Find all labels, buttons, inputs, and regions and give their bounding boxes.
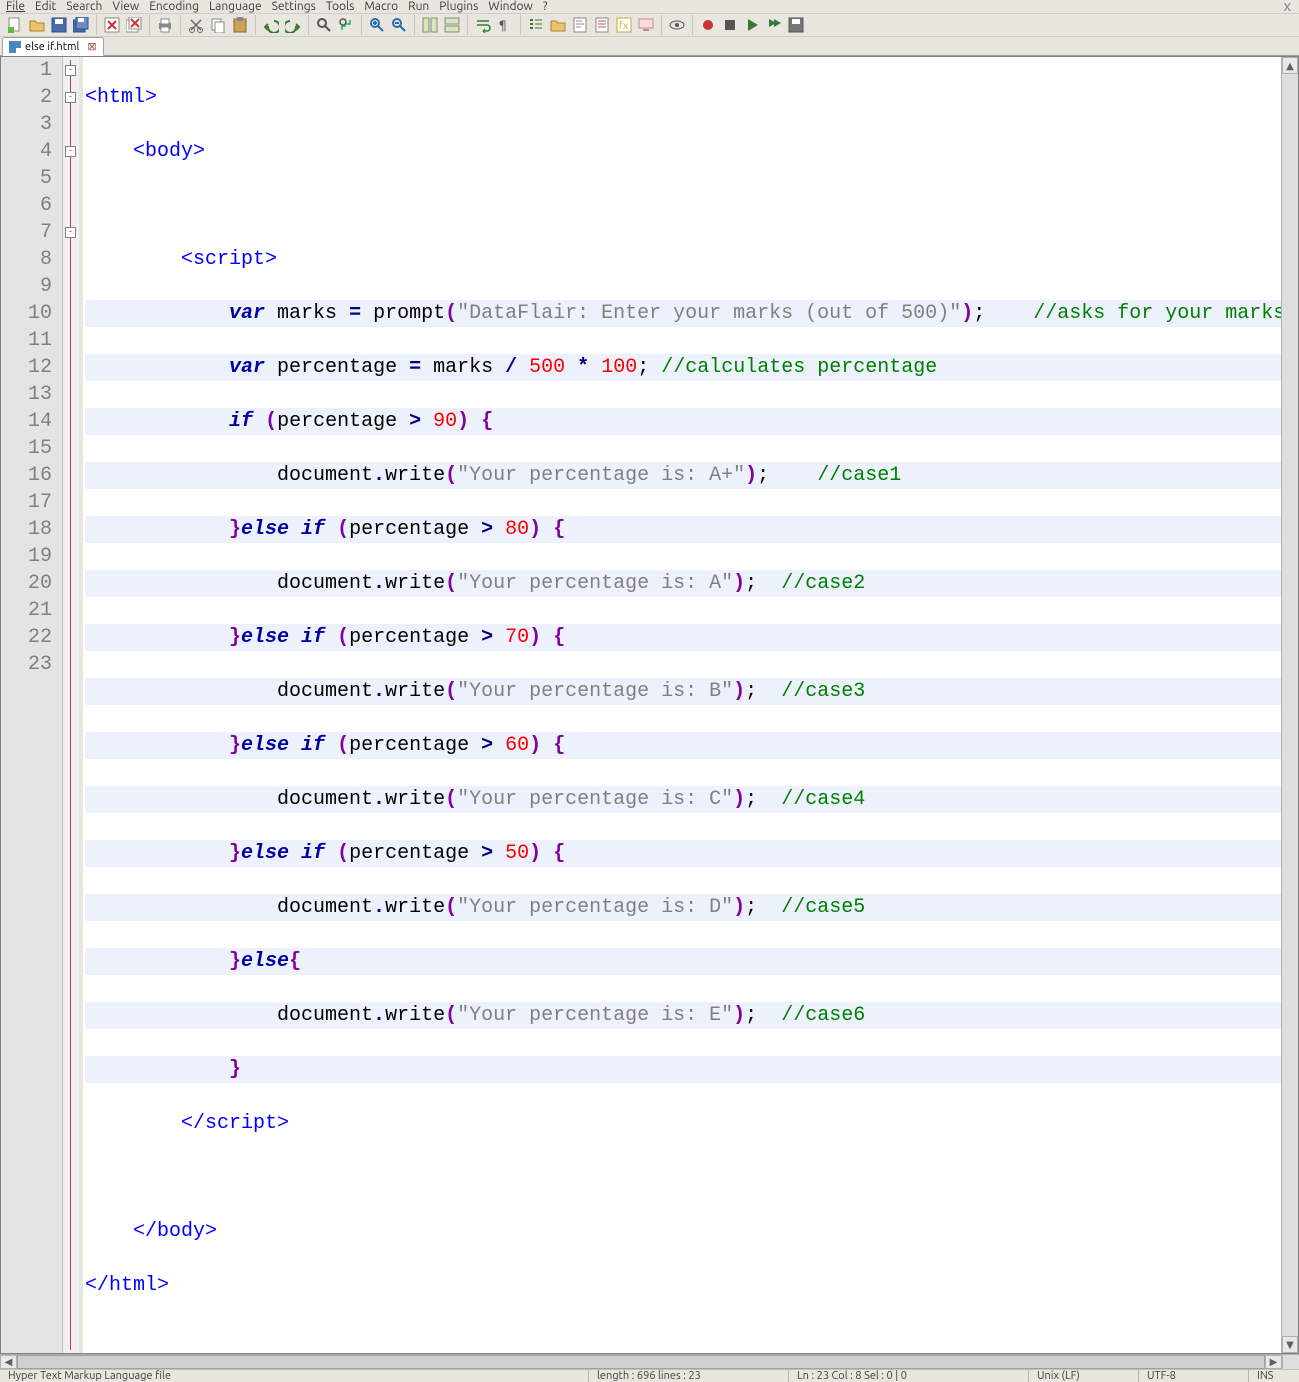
tab-label: else if.html [25, 41, 79, 53]
menu-window[interactable]: Window [488, 0, 532, 13]
status-language: Hyper Text Markup Language file [0, 1370, 589, 1382]
new-file-icon[interactable] [4, 14, 26, 36]
scroll-up-icon[interactable]: ▲ [1282, 57, 1298, 74]
record-icon[interactable] [697, 14, 719, 36]
fold-box-icon[interactable]: - [65, 92, 76, 103]
menu-tools[interactable]: Tools [326, 0, 355, 13]
status-eol[interactable]: Unix (LF) [1029, 1370, 1139, 1382]
menu-search[interactable]: Search [66, 0, 102, 13]
sync-v-icon[interactable] [419, 14, 441, 36]
playloop-icon[interactable] [763, 14, 785, 36]
save-icon[interactable] [48, 14, 70, 36]
doc-list-icon[interactable] [591, 14, 613, 36]
open-file-icon[interactable] [26, 14, 48, 36]
save-all-icon[interactable] [70, 14, 92, 36]
zoom-in-icon[interactable] [366, 14, 388, 36]
print-icon[interactable] [154, 14, 176, 36]
statusbar: Hyper Text Markup Language file length :… [0, 1369, 1299, 1382]
vertical-scrollbar[interactable]: ▲ ▼ [1281, 57, 1298, 1353]
status-insert-mode[interactable]: INS [1249, 1370, 1299, 1382]
tab-close-icon[interactable]: ⊠ [87, 40, 96, 53]
editor: 1 2 3 4 5 6 7 8 9 10 11 12 13 14 15 16 1… [0, 56, 1299, 1354]
function-list-icon[interactable]: fx [613, 14, 635, 36]
fold-box-icon[interactable]: - [65, 65, 76, 76]
status-encoding[interactable]: UTF-8 [1139, 1370, 1249, 1382]
save-macro-icon[interactable] [785, 14, 807, 36]
scroll-down-icon[interactable]: ▼ [1282, 1336, 1298, 1353]
menu-view[interactable]: View [112, 0, 139, 13]
menu-macro[interactable]: Macro [364, 0, 398, 13]
menu-file[interactable]: File [6, 0, 25, 13]
menu-run[interactable]: Run [408, 0, 429, 13]
tab-file[interactable]: else if.html ⊠ [2, 37, 104, 56]
file-tab-icon [9, 41, 21, 53]
status-position: Ln : 23 Col : 8 Sel : 0 | 0 [789, 1370, 1029, 1382]
fold-box-icon[interactable]: - [65, 146, 76, 157]
menu-language[interactable]: Language [209, 0, 262, 13]
menubar: File Edit Search View Encoding Language … [0, 0, 1299, 14]
show-eye-icon[interactable] [666, 14, 688, 36]
wordwrap-icon[interactable] [472, 14, 494, 36]
close-all-icon[interactable] [123, 14, 145, 36]
find-icon[interactable] [313, 14, 335, 36]
scroll-left-icon[interactable]: ◀ [0, 1355, 17, 1369]
replace-icon[interactable] [335, 14, 357, 36]
menu-plugins[interactable]: Plugins [439, 0, 478, 13]
stop-icon[interactable] [719, 14, 741, 36]
paste-icon[interactable] [229, 14, 251, 36]
scroll-right-icon[interactable]: ▶ [1265, 1355, 1282, 1369]
doc-map-icon[interactable] [569, 14, 591, 36]
toolbar: ¶ fx [0, 14, 1299, 37]
undo-icon[interactable] [260, 14, 282, 36]
sync-h-icon[interactable] [441, 14, 463, 36]
close-file-icon[interactable] [101, 14, 123, 36]
indent-guide-icon[interactable] [525, 14, 547, 36]
copy-icon[interactable] [207, 14, 229, 36]
fold-column: - - - - [63, 57, 79, 1353]
menu-help[interactable]: ? [543, 0, 548, 13]
status-length: length : 696 lines : 23 [589, 1370, 789, 1382]
menubar-collapse-icon[interactable]: x [1284, 0, 1292, 15]
svg-text:¶: ¶ [499, 19, 507, 32]
horizontal-scrollbar[interactable]: ◀ ▶ [0, 1354, 1299, 1369]
menu-settings[interactable]: Settings [272, 0, 316, 13]
code-area[interactable]: <html> <body> <script> var marks = promp… [83, 57, 1281, 1353]
menu-edit[interactable]: Edit [35, 0, 56, 13]
folder-icon[interactable] [547, 14, 569, 36]
play-icon[interactable] [741, 14, 763, 36]
svg-text:fx: fx [619, 20, 628, 31]
fold-box-icon[interactable]: - [65, 227, 76, 238]
zoom-out-icon[interactable] [388, 14, 410, 36]
tabstrip: else if.html ⊠ [0, 37, 1299, 56]
cut-icon[interactable] [185, 14, 207, 36]
monitor-icon[interactable] [635, 14, 657, 36]
menu-encoding[interactable]: Encoding [149, 0, 199, 13]
show-all-chars-icon[interactable]: ¶ [494, 14, 516, 36]
redo-icon[interactable] [282, 14, 304, 36]
line-number-gutter: 1 2 3 4 5 6 7 8 9 10 11 12 13 14 15 16 1… [1, 57, 63, 1353]
